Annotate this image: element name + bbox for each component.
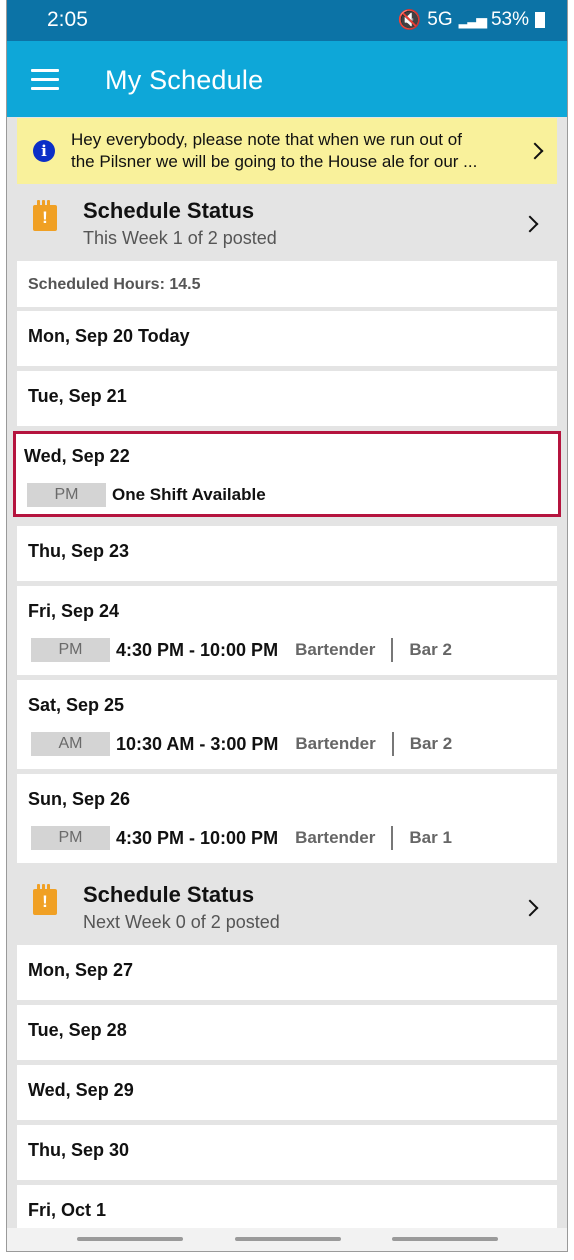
day-date: Fri, Oct 1: [28, 1200, 107, 1220]
announcement-text: Hey everybody, please note that when we …: [71, 129, 511, 173]
menu-icon[interactable]: [31, 69, 59, 91]
day-card[interactable]: Tue, Sep 21: [17, 371, 557, 426]
shift-period-badge: PM: [27, 483, 106, 507]
day-date: Wed, Sep 22: [24, 446, 130, 466]
day-card-selected[interactable]: Wed, Sep 22 PM One Shift Available: [13, 431, 561, 517]
scheduled-hours-label: Scheduled Hours: 14.5: [28, 276, 201, 293]
announcement-line-2: the Pilsner we will be going to the Hous…: [71, 152, 478, 171]
schedule-status-subtitle: This Week 1 of 2 posted: [83, 228, 277, 248]
shift-role: Bartender: [295, 640, 376, 659]
day-card[interactable]: Sat, Sep 25 AM 10:30 AM - 3:00 PM Barten…: [17, 680, 557, 769]
network-label: 5G: [427, 9, 453, 30]
battery-label: 53%: [490, 9, 529, 30]
clock: 2:05: [47, 8, 88, 31]
app-screen: 2:05 🔇 5G ▂▃▅ 53% My Schedule i Hey ever…: [6, 0, 568, 1252]
announcement-banner[interactable]: i Hey everybody, please note that when w…: [17, 118, 557, 184]
info-icon: i: [33, 140, 55, 162]
status-icons: 🔇 5G ▂▃▅ 53%: [398, 8, 545, 32]
shift-time: 10:30 AM - 3:00 PM: [116, 733, 279, 754]
battery-icon: [535, 12, 545, 28]
chevron-right-icon: [526, 142, 544, 160]
day-date: Tue, Sep 21: [28, 386, 127, 406]
nav-recents-button[interactable]: [77, 1237, 183, 1241]
chevron-right-icon: [521, 899, 539, 917]
shift-location: Bar 1: [409, 828, 452, 847]
divider: [391, 732, 394, 756]
nav-home-button[interactable]: [235, 1237, 341, 1241]
day-date: Wed, Sep 29: [28, 1080, 134, 1100]
shift-available-label: One Shift Available: [112, 485, 266, 504]
day-card[interactable]: Fri, Sep 24 PM 4:30 PM - 10:00 PM Barten…: [17, 586, 557, 675]
mute-icon: 🔇: [397, 10, 422, 31]
day-date: Mon, Sep 20 Today: [28, 326, 190, 346]
page-title: My Schedule: [105, 65, 264, 95]
shift-row[interactable]: PM 4:30 PM - 10:00 PM Bartender Bar 2: [31, 637, 452, 663]
shift-period-badge: PM: [31, 638, 110, 662]
shift-period-badge: PM: [31, 826, 110, 850]
scheduled-hours: Scheduled Hours: 14.5: [17, 261, 557, 307]
shift-role: Bartender: [295, 828, 376, 847]
shift-period-badge: AM: [31, 732, 110, 756]
schedule-status-subtitle: Next Week 0 of 2 posted: [83, 912, 280, 932]
signal-icon: ▂▃▅: [458, 11, 487, 28]
shift-role: Bartender: [295, 734, 376, 753]
day-card[interactable]: Thu, Sep 30: [17, 1125, 557, 1180]
shift-time: 4:30 PM - 10:00 PM: [116, 639, 279, 660]
schedule-status-next-week[interactable]: ! Schedule Status Next Week 0 of 2 poste…: [17, 869, 557, 945]
divider: [391, 638, 394, 662]
schedule-alert-icon: !: [33, 884, 57, 915]
day-date: Tue, Sep 28: [28, 1020, 127, 1040]
shift-location: Bar 2: [409, 734, 453, 753]
schedule-status-title: Schedule Status: [83, 198, 255, 223]
shift-location: Bar 2: [409, 640, 452, 659]
app-bar: My Schedule: [7, 41, 567, 117]
chevron-right-icon: [521, 215, 539, 233]
day-date: Sat, Sep 25: [28, 695, 125, 715]
announcement-line-1: Hey everybody, please note that when we …: [71, 130, 462, 149]
schedule-status-this-week[interactable]: ! Schedule Status This Week 1 of 2 poste…: [17, 185, 557, 261]
schedule-alert-icon: !: [33, 200, 57, 231]
shift-time: 4:30 PM - 10:00 PM: [116, 827, 279, 848]
day-card[interactable]: Thu, Sep 23: [17, 526, 557, 581]
day-date: Thu, Sep 30: [28, 1140, 130, 1160]
day-card[interactable]: Mon, Sep 27: [17, 945, 557, 1000]
system-nav-bar: [7, 1228, 567, 1251]
day-card[interactable]: Tue, Sep 28: [17, 1005, 557, 1060]
day-date: Fri, Sep 24: [28, 601, 120, 621]
day-date: Sun, Sep 26: [28, 789, 131, 809]
nav-back-button[interactable]: [392, 1237, 498, 1241]
shift-row[interactable]: PM One Shift Available: [27, 482, 266, 508]
divider: [391, 826, 394, 850]
shift-row[interactable]: AM 10:30 AM - 3:00 PM Bartender Bar 2: [31, 731, 452, 757]
day-card[interactable]: Sun, Sep 26 PM 4:30 PM - 10:00 PM Barten…: [17, 774, 557, 863]
day-card[interactable]: Wed, Sep 29: [17, 1065, 557, 1120]
day-date: Thu, Sep 23: [28, 541, 130, 561]
schedule-status-title: Schedule Status: [83, 882, 255, 907]
shift-row[interactable]: PM 4:30 PM - 10:00 PM Bartender Bar 1: [31, 825, 452, 851]
day-date: Mon, Sep 27: [28, 960, 134, 980]
status-bar: 2:05 🔇 5G ▂▃▅ 53%: [7, 0, 567, 41]
day-card[interactable]: Mon, Sep 20 Today: [17, 311, 557, 366]
